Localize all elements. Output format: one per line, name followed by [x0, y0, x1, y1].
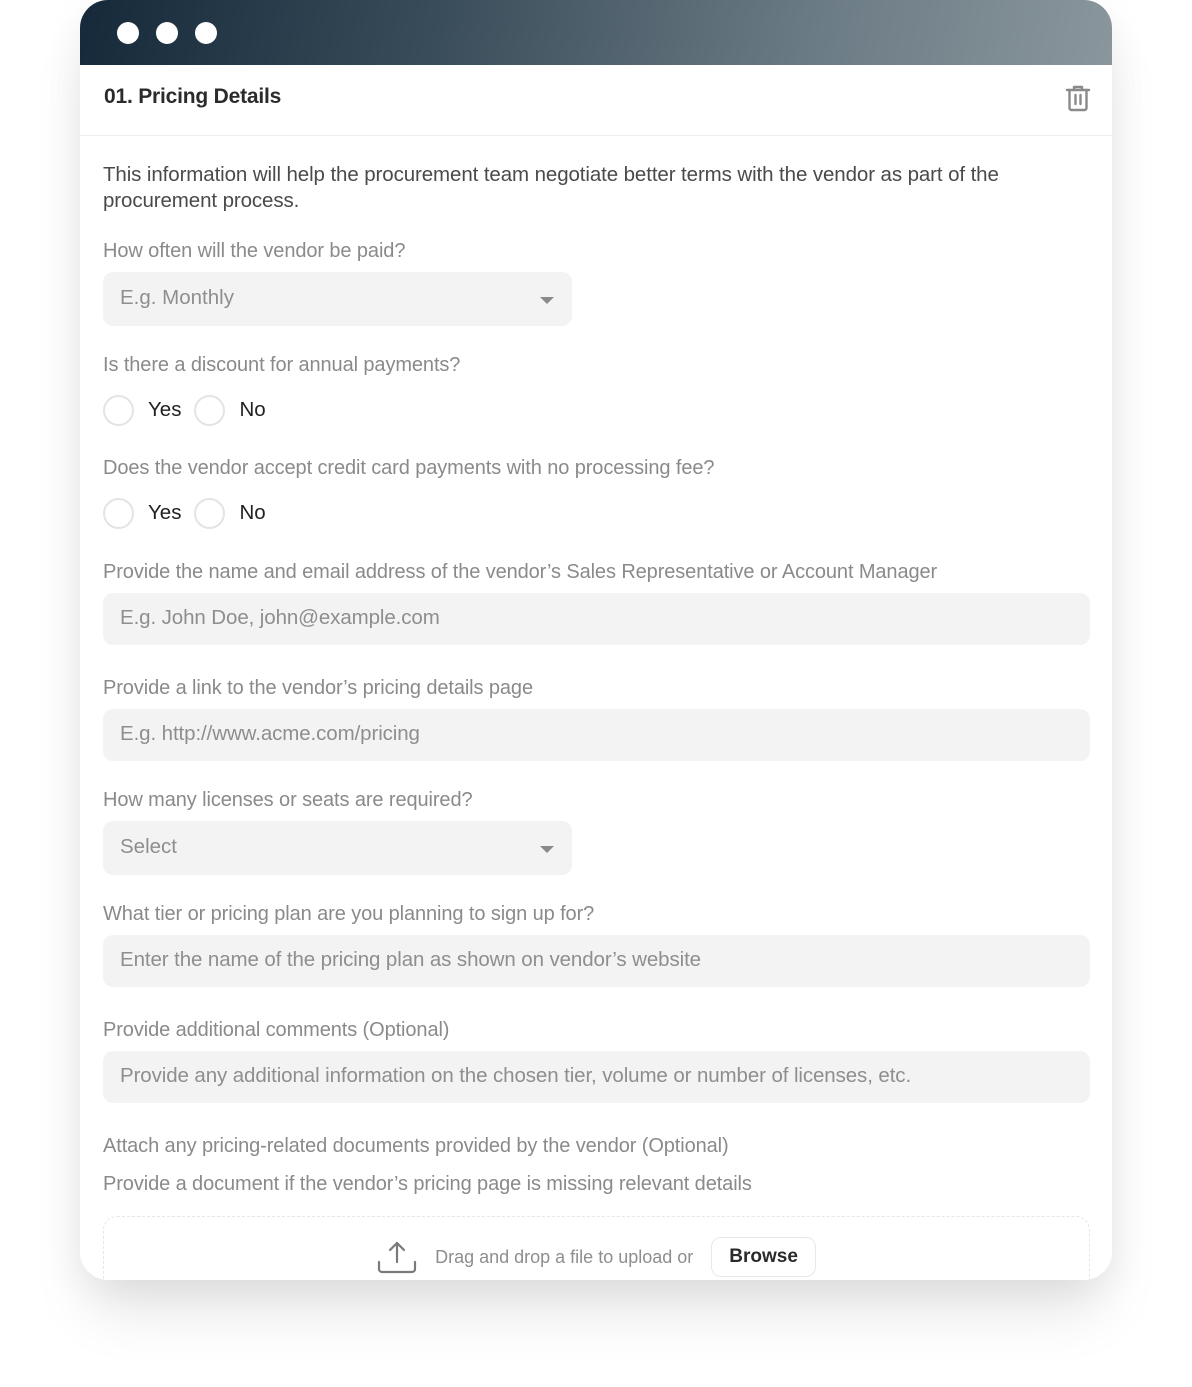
upload-prompt: Drag and drop a file to upload or Browse: [104, 1237, 1089, 1277]
upload-icon: [377, 1241, 417, 1274]
caret-down-icon: [540, 846, 554, 853]
drop-instruction: Drag and drop a file to upload or: [435, 1246, 694, 1267]
sales-rep-placeholder: E.g. John Doe, john@example.com: [120, 606, 440, 629]
radio-label: Yes: [148, 501, 182, 524]
annual-discount-no-radio[interactable]: No: [194, 394, 266, 426]
sales-rep-label: Provide the name and email address of th…: [103, 561, 938, 583]
radio-label: No: [239, 398, 266, 421]
radio-circle[interactable]: [194, 394, 226, 426]
credit-card-yes-radio[interactable]: Yes: [103, 497, 182, 529]
window-zoom-button[interactable]: [195, 22, 217, 44]
form-content: This information will help the procureme…: [80, 136, 1112, 1280]
radio-circle[interactable]: [194, 497, 226, 529]
pricing-link-label: Provide a link to the vendor’s pricing d…: [103, 677, 533, 699]
credit-card-label: Does the vendor accept credit card payme…: [103, 457, 715, 479]
file-drop-zone[interactable]: Drag and drop a file to upload or Browse: [103, 1216, 1090, 1280]
pricing-plan-label: What tier or pricing plan are you planni…: [103, 903, 595, 925]
radio-circle[interactable]: [103, 394, 134, 426]
annual-discount-yes-radio[interactable]: Yes: [103, 394, 182, 426]
payment-frequency-field: How often will the vendor be paid? E.g. …: [103, 238, 1090, 326]
comments-field: Provide additional comments (Optional) P…: [103, 1017, 1090, 1103]
pricing-plan-input[interactable]: Enter the name of the pricing plan as sh…: [103, 935, 1090, 987]
section-header: 01. Pricing Details: [80, 65, 1112, 136]
caret-down-icon: [540, 297, 554, 304]
section-title: 01. Pricing Details: [104, 85, 282, 108]
annual-discount-radio-group: Yes No: [103, 394, 1090, 426]
delete-section-button[interactable]: [1065, 84, 1091, 112]
browse-button[interactable]: Browse: [711, 1237, 816, 1277]
comments-label: Provide additional comments (Optional): [103, 1019, 450, 1041]
credit-card-radio-group: Yes No: [103, 497, 1090, 529]
app-window: 01. Pricing Details This information wil…: [80, 0, 1112, 1280]
annual-discount-label: Is there a discount for annual payments?: [103, 354, 461, 376]
pricing-link-input[interactable]: E.g. http://www.acme.com/pricing: [103, 709, 1090, 761]
window-close-button[interactable]: [117, 22, 139, 44]
payment-frequency-select[interactable]: E.g. Monthly: [103, 272, 572, 326]
payment-frequency-label: How often will the vendor be paid?: [103, 240, 406, 262]
attachments-hint: Provide a document if the vendor’s prici…: [103, 1173, 752, 1195]
licenses-select[interactable]: Select: [103, 821, 572, 875]
attachments-label: Attach any pricing-related documents pro…: [103, 1135, 729, 1157]
radio-label: No: [239, 501, 266, 524]
radio-circle[interactable]: [103, 497, 134, 529]
trash-icon: [1065, 85, 1091, 112]
licenses-placeholder: Select: [120, 835, 177, 858]
comments-input[interactable]: Provide any additional information on th…: [103, 1051, 1090, 1103]
radio-label: Yes: [148, 398, 182, 421]
pricing-plan-field: What tier or pricing plan are you planni…: [103, 901, 1090, 987]
attachments-field: Attach any pricing-related documents pro…: [103, 1133, 1090, 1280]
comments-placeholder: Provide any additional information on th…: [120, 1064, 912, 1087]
payment-frequency-placeholder: E.g. Monthly: [120, 286, 234, 309]
window-minimize-button[interactable]: [156, 22, 178, 44]
sales-rep-input[interactable]: E.g. John Doe, john@example.com: [103, 593, 1090, 645]
section-description: This information will help the procureme…: [103, 163, 999, 212]
pricing-link-field: Provide a link to the vendor’s pricing d…: [103, 675, 1090, 761]
annual-discount-field: Is there a discount for annual payments?…: [103, 352, 1090, 426]
pricing-link-placeholder: E.g. http://www.acme.com/pricing: [120, 722, 420, 745]
licenses-label: How many licenses or seats are required?: [103, 789, 473, 811]
credit-card-no-radio[interactable]: No: [194, 497, 266, 529]
window-titlebar: [80, 0, 1112, 65]
pricing-plan-placeholder: Enter the name of the pricing plan as sh…: [120, 948, 701, 971]
credit-card-field: Does the vendor accept credit card payme…: [103, 455, 1090, 529]
sales-rep-field: Provide the name and email address of th…: [103, 559, 1090, 645]
licenses-field: How many licenses or seats are required?…: [103, 787, 1090, 875]
